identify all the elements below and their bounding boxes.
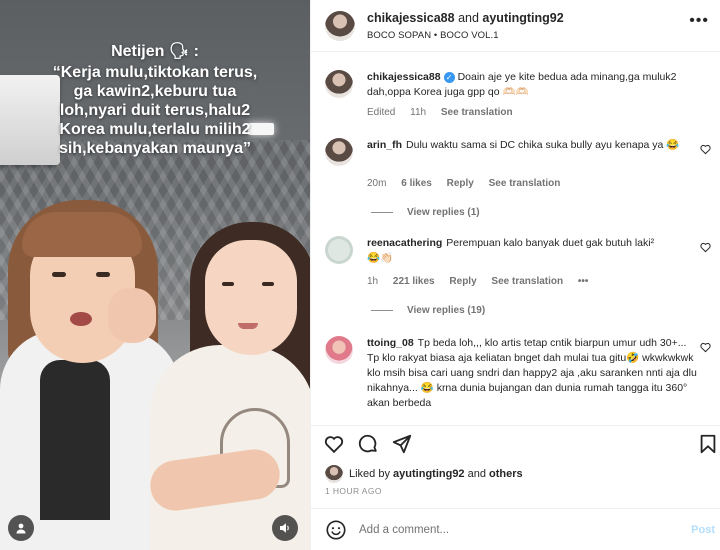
comment-time: 11h — [410, 107, 427, 118]
person-left-eye — [52, 272, 66, 277]
comment-meta: 20m 6 likes Reply See translation — [367, 178, 572, 189]
person-left-mouth — [70, 312, 92, 326]
action-bar — [311, 425, 720, 460]
liked-by-and: and — [467, 468, 486, 480]
liked-by-row: Liked by ayutingting92 and others — [325, 465, 523, 483]
comment-username[interactable]: chikajessica88 — [367, 71, 441, 83]
view-replies-button[interactable]: View replies (19) — [371, 305, 485, 316]
audio-toggle-button[interactable] — [272, 515, 298, 541]
person-left-fist — [108, 288, 156, 343]
comment-text: Tp beda loh,,, klo artis tetap cntik bia… — [367, 337, 697, 409]
post-comment-button[interactable]: Post — [691, 524, 715, 536]
comment-text: Perempuan kalo banyak duet gak butuh lak… — [446, 237, 655, 249]
view-replies-label: View replies (19) — [407, 305, 486, 316]
person-left-shirt — [40, 360, 110, 520]
person-right-eye — [222, 282, 234, 286]
comment-body: reenacathering Perempuan kalo banyak duet… — [367, 236, 697, 266]
speaker-icon — [280, 523, 289, 533]
like-heart-icon[interactable] — [323, 433, 345, 455]
replies-divider — [371, 310, 393, 311]
see-translation-link[interactable]: See translation — [489, 178, 561, 189]
commenter-avatar[interactable] — [325, 336, 353, 364]
person-right-face — [205, 240, 297, 355]
person-left-bangs — [22, 212, 142, 257]
post-timestamp[interactable]: 1 HOUR AGO — [325, 486, 382, 496]
comment-bubble-icon[interactable] — [357, 433, 379, 455]
liked-by-prefix: Liked by — [349, 468, 390, 480]
comment-options-icon[interactable]: ••• — [578, 276, 589, 287]
comment-username[interactable]: ttoing_08 — [367, 337, 414, 349]
comment-username[interactable]: reenacathering — [367, 237, 442, 249]
verified-badge-icon: ✓ — [443, 72, 455, 83]
likes-count[interactable]: 6 likes — [401, 178, 432, 189]
add-comment-input[interactable] — [359, 519, 659, 541]
commenter-avatar[interactable] — [325, 236, 353, 264]
liker-avatar[interactable] — [325, 465, 343, 483]
edited-label: Edited — [367, 107, 396, 118]
tagged-users-button[interactable] — [8, 515, 34, 541]
reply-link[interactable]: Reply — [449, 276, 476, 287]
person-left-eye — [96, 272, 110, 277]
more-options-button[interactable]: ••• — [689, 12, 709, 30]
see-translation-link[interactable]: See translation — [491, 276, 563, 287]
and-text: and — [458, 11, 479, 25]
person-right-mouth — [238, 323, 258, 329]
likes-count[interactable]: 221 likes — [393, 276, 435, 287]
comment-body: arin_fh Dulu waktu sama si DC chika suka … — [367, 138, 697, 153]
post-panel: chikajessica88 and ayutingting92 BOCO SO… — [310, 0, 720, 550]
commenter-avatar[interactable] — [325, 70, 353, 98]
comments-list[interactable]: chikajessica88 ✓ Doain aje ye kite bedua a… — [311, 60, 720, 420]
user-icon — [16, 523, 26, 534]
comment-time: 1h — [367, 276, 379, 287]
heart-icon[interactable] — [700, 144, 711, 155]
overlay-title: Netijen 🗣 : — [111, 43, 199, 60]
post-authors: chikajessica88 and ayutingting92 — [367, 11, 564, 25]
comment-emoji: 😂👏🏻 — [367, 252, 394, 264]
author-avatar[interactable] — [325, 11, 355, 41]
add-comment-bar: Post — [311, 508, 720, 550]
comment-time: 20m — [367, 178, 387, 189]
bookmark-icon[interactable] — [697, 433, 719, 455]
heart-icon[interactable] — [700, 242, 711, 253]
emoji-icon[interactable] — [325, 519, 347, 541]
overlay-quote: “Kerja mulu,tiktokan terus, ga kawin2,ke… — [52, 64, 258, 157]
comment-username[interactable]: arin_fh — [367, 139, 402, 151]
comment-meta: Edited 11h See translation — [367, 107, 525, 118]
comment-text: Dulu waktu sama si DC chika suka bully a… — [406, 139, 680, 151]
reel-video[interactable]: Netijen 🗣 : “Kerja mulu,tiktokan terus, … — [0, 0, 310, 550]
video-caption-overlay: Netijen 🗣 : “Kerja mulu,tiktokan terus, … — [30, 42, 280, 158]
audio-label[interactable]: BOCO SOPAN • BOCO VOL.1 — [367, 30, 499, 41]
comment-body: ttoing_08 Tp beda loh,,, klo artis tetap … — [367, 336, 697, 411]
commenter-avatar[interactable] — [325, 138, 353, 166]
reply-link[interactable]: Reply — [447, 178, 474, 189]
person-right-eye — [262, 282, 274, 286]
liker-username[interactable]: ayutingting92 — [393, 468, 465, 480]
heart-icon[interactable] — [700, 342, 711, 353]
replies-divider — [371, 212, 393, 213]
post-header: chikajessica88 and ayutingting92 BOCO SO… — [311, 0, 720, 52]
author2-link[interactable]: ayutingting92 — [482, 11, 563, 25]
others-link[interactable]: others — [489, 468, 523, 480]
see-translation-link[interactable]: See translation — [441, 107, 513, 118]
comment-body: chikajessica88 ✓ Doain aje ye kite bedua a… — [367, 70, 697, 100]
view-replies-label: View replies (1) — [407, 207, 480, 218]
share-send-icon[interactable] — [391, 433, 413, 455]
comment-meta: 1h 221 likes Reply See translation ••• — [367, 276, 600, 287]
view-replies-button[interactable]: View replies (1) — [371, 207, 480, 218]
author1-link[interactable]: chikajessica88 — [367, 11, 455, 25]
